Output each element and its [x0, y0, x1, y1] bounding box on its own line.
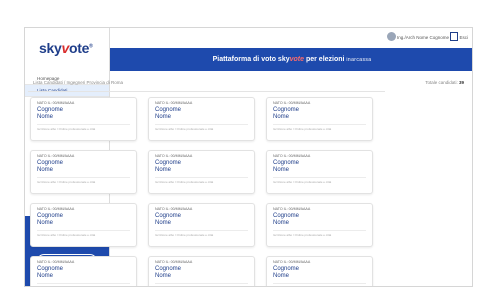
- candidate-name: Nome: [37, 167, 54, 173]
- candidate-info: Iscrizione albo / Ordine professionale e…: [273, 233, 332, 237]
- candidate-count-value: 39: [458, 80, 464, 85]
- candidate-name: Nome: [155, 167, 172, 173]
- card-divider: [155, 124, 248, 125]
- card-divider: [37, 124, 130, 125]
- candidate-dob: NATO IL: 00/MM/AAAA: [155, 101, 193, 105]
- candidate-surname: Cognome: [155, 266, 182, 272]
- banner-brand: inarcassa: [346, 57, 372, 63]
- card-divider: [155, 283, 248, 284]
- candidate-dob: NATO IL: 00/MM/AAAA: [155, 260, 193, 264]
- top-bar: Ing./Arch Nome Cognome Esci: [110, 28, 472, 48]
- candidate-info: Iscrizione albo / Ordine professionale e…: [273, 286, 366, 287]
- card-divider: [273, 283, 366, 284]
- candidate-surname: Cognome: [155, 213, 182, 219]
- banner-vote: vote: [289, 56, 305, 63]
- candidate-info: Iscrizione albo / Ordine professionale e…: [37, 180, 96, 184]
- candidate-card[interactable]: NATO IL: 00/MM/AAAA CognomeNome Iscrizione…: [148, 97, 255, 141]
- page-banner: Piattaforma di voto skyvote per elezioni…: [110, 48, 472, 71]
- divider: [28, 91, 385, 92]
- candidate-surname: Cognome: [37, 107, 64, 113]
- banner-text: Piattaforma di voto: [212, 56, 278, 63]
- app-logo[interactable]: skyvote®: [39, 40, 93, 56]
- candidate-surname: Cognome: [155, 160, 182, 166]
- sidebar-menu: Homepage Lista Candidati: [25, 73, 109, 97]
- candidate-dob: NATO IL: 00/MM/AAAA: [37, 101, 75, 105]
- card-divider: [273, 177, 366, 178]
- candidate-dob: NATO IL: 00/MM/AAAA: [37, 154, 75, 158]
- candidate-card[interactable]: NATO IL: 00/MM/AAAA CognomeNome Iscrizione…: [266, 97, 373, 141]
- candidate-dob: NATO IL: 00/MM/AAAA: [273, 207, 311, 211]
- card-divider: [155, 177, 248, 178]
- candidate-info: Iscrizione albo / Ordine professionale e…: [155, 127, 214, 131]
- candidate-dob: NATO IL: 00/MM/AAAA: [155, 207, 193, 211]
- candidate-name: Nome: [37, 114, 54, 120]
- candidate-dob: NATO IL: 00/MM/AAAA: [155, 154, 193, 158]
- candidate-dob: NATO IL: 00/MM/AAAA: [37, 207, 75, 211]
- candidate-card[interactable]: NATO IL: 00/MM/AAAA CognomeNome Iscrizione…: [30, 256, 137, 287]
- card-divider: [37, 283, 130, 284]
- card-divider: [37, 230, 130, 231]
- candidate-info: Iscrizione albo / Ordine professionale e…: [273, 127, 332, 131]
- candidate-card[interactable]: NATO IL: 00/MM/AAAA CognomeNome Iscrizione…: [30, 150, 137, 194]
- candidate-surname: Cognome: [273, 266, 300, 272]
- candidate-name: Nome: [155, 273, 172, 279]
- candidate-dob: NATO IL: 00/MM/AAAA: [37, 260, 75, 264]
- candidate-info: Iscrizione albo / Ordine professionale e…: [37, 127, 96, 131]
- candidate-card[interactable]: NATO IL: 00/MM/AAAA CognomeNome Iscrizione…: [266, 256, 373, 287]
- card-divider: [155, 230, 248, 231]
- candidate-card[interactable]: NATO IL: 00/MM/AAAA CognomeNome Iscrizione…: [30, 203, 137, 247]
- candidate-info: Iscrizione albo / Ordine professionale e…: [37, 233, 96, 237]
- user-name[interactable]: Ing./Arch Nome Cognome: [397, 35, 449, 40]
- candidate-surname: Cognome: [37, 213, 64, 219]
- card-divider: [273, 230, 366, 231]
- candidate-card[interactable]: NATO IL: 00/MM/AAAA CognomeNome Iscrizione…: [266, 150, 373, 194]
- candidate-card[interactable]: NATO IL: 00/MM/AAAA CognomeNome Iscrizione…: [148, 150, 255, 194]
- candidate-surname: Cognome: [273, 213, 300, 219]
- card-divider: [37, 177, 130, 178]
- logo-registered: ®: [89, 43, 93, 50]
- exit-icon[interactable]: [450, 32, 458, 41]
- candidate-name: Nome: [273, 114, 290, 120]
- exit-link[interactable]: Esci: [459, 35, 468, 40]
- candidate-count-label: Totale candidati:: [425, 80, 458, 85]
- candidate-name: Nome: [37, 220, 54, 226]
- candidate-name: Nome: [273, 167, 290, 173]
- candidate-dob: NATO IL: 00/MM/AAAA: [273, 154, 311, 158]
- candidate-info: Iscrizione albo / Ordine professionale e…: [273, 180, 332, 184]
- card-divider: [273, 124, 366, 125]
- candidate-name: Nome: [37, 273, 54, 279]
- logo-text-ote: ote: [68, 40, 90, 56]
- candidate-surname: Cognome: [273, 107, 300, 113]
- logo-text-sky: sky: [39, 40, 62, 56]
- candidate-info: Iscrizione albo / Ordine professionale e…: [155, 180, 214, 184]
- candidate-card[interactable]: NATO IL: 00/MM/AAAA CognomeNome Iscrizione…: [30, 97, 137, 141]
- banner-sky: sky: [277, 56, 290, 63]
- candidate-surname: Cognome: [273, 160, 300, 166]
- candidate-surname: Cognome: [37, 160, 64, 166]
- app-window: skyvote® Homepage Lista Candidati INIZIA…: [24, 27, 473, 287]
- candidate-dob: NATO IL: 00/MM/AAAA: [273, 260, 311, 264]
- candidate-name: Nome: [155, 220, 172, 226]
- breadcrumb[interactable]: Lista Candidati / Ingegneri Provincia di…: [33, 80, 123, 85]
- candidate-count: Totale candidati: 39: [425, 80, 464, 85]
- logo-text-v: v: [61, 40, 69, 56]
- candidate-card[interactable]: NATO IL: 00/MM/AAAA CognomeNome Iscrizione…: [148, 256, 255, 287]
- candidate-name: Nome: [155, 114, 172, 120]
- candidate-name: Nome: [273, 220, 290, 226]
- candidate-info: Iscrizione albo / Ordine professionale e…: [155, 233, 214, 237]
- candidate-dob: NATO IL: 00/MM/AAAA: [273, 101, 311, 105]
- candidate-card[interactable]: NATO IL: 00/MM/AAAA CognomeNome Iscrizione…: [148, 203, 255, 247]
- candidate-info: Iscrizione albo / Ordine professionale e…: [37, 286, 130, 287]
- candidate-surname: Cognome: [37, 266, 64, 272]
- candidate-info: Iscrizione albo / Ordine professionale e…: [155, 286, 248, 287]
- candidate-card[interactable]: NATO IL: 00/MM/AAAA CognomeNome Iscrizione…: [266, 203, 373, 247]
- banner-text-post: per elezioni: [304, 56, 347, 63]
- candidate-name: Nome: [273, 273, 290, 279]
- candidate-surname: Cognome: [155, 107, 182, 113]
- user-avatar-icon[interactable]: [387, 32, 396, 41]
